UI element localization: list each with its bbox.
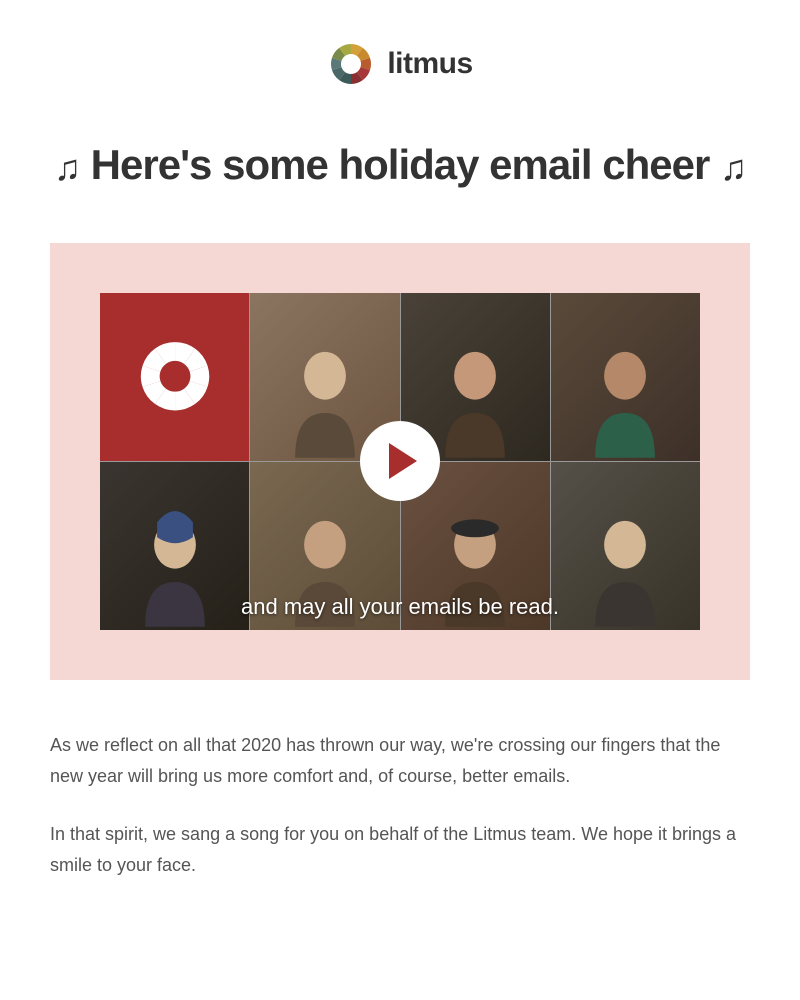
video-thumbnail[interactable]: and may all your emails be read.	[100, 293, 700, 631]
music-note-icon: ♫	[54, 145, 80, 192]
headline-text: Here's some holiday email cheer	[91, 141, 710, 188]
video-caption: and may all your emails be read.	[100, 594, 700, 620]
video-tile-brand	[100, 293, 249, 461]
headline: ♫ Here's some holiday email cheer ♫	[50, 138, 750, 193]
play-icon	[389, 443, 417, 479]
body-paragraph-1: As we reflect on all that 2020 has throw…	[50, 730, 750, 791]
litmus-logo-icon	[327, 40, 375, 88]
brand-wheel-icon	[134, 330, 216, 423]
body-paragraph-2: In that spirit, we sang a song for you o…	[50, 819, 750, 880]
play-button[interactable]	[360, 421, 440, 501]
video-tile-person	[551, 293, 700, 461]
music-note-icon: ♫	[720, 145, 746, 192]
email-container: litmus ♫ Here's some holiday email cheer…	[0, 0, 800, 948]
video-section: and may all your emails be read.	[50, 243, 750, 681]
logo-section: litmus	[50, 40, 750, 88]
brand-name: litmus	[387, 47, 472, 81]
